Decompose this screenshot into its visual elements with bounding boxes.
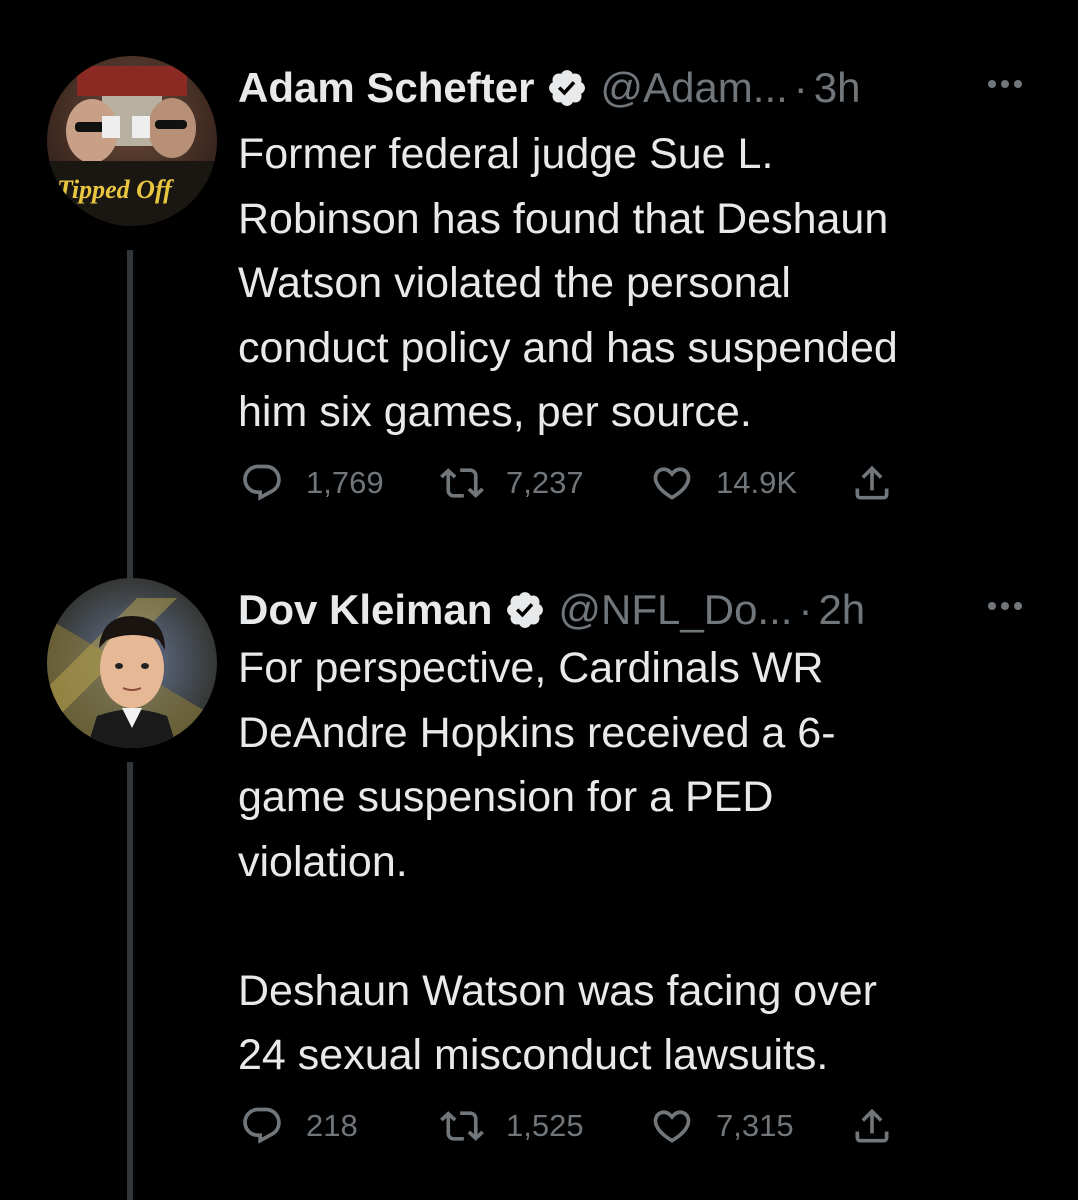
- reply-count: 218: [306, 1108, 358, 1143]
- more-options-icon[interactable]: [988, 602, 1022, 610]
- avatar-image: [47, 578, 217, 748]
- thread-line: [127, 762, 133, 1200]
- heart-icon: [653, 467, 691, 500]
- separator-dot: ·: [793, 64, 808, 111]
- tweet-text: For perspective, Cardinals WR DeAndre Ho…: [238, 644, 877, 1079]
- like-button[interactable]: 14.9K: [650, 458, 797, 508]
- avatar-caption-text: Tipped Off: [57, 175, 174, 204]
- retweet-count: 7,237: [506, 465, 584, 500]
- display-name[interactable]: Adam Schefter: [238, 64, 534, 112]
- like-button[interactable]: 7,315: [650, 1101, 794, 1151]
- handle[interactable]: @Adam...: [600, 64, 787, 112]
- retweet-count: 1,525: [506, 1108, 584, 1143]
- share-icon: [855, 465, 889, 500]
- like-count: 7,315: [716, 1108, 794, 1143]
- tweet-actions: 218 1,525 7,315: [240, 1101, 940, 1151]
- verified-badge-icon: [507, 592, 544, 628]
- reply-icon: [243, 464, 281, 501]
- avatar[interactable]: [47, 578, 217, 748]
- tweet-header: Adam Schefter @Adam... · 3h: [238, 58, 861, 118]
- separator-dot: ·: [798, 586, 813, 633]
- retweet-button[interactable]: 7,237: [440, 458, 584, 508]
- reply-count: 1,769: [306, 465, 384, 500]
- share-button[interactable]: [850, 458, 894, 508]
- tweet-header: Dov Kleiman @NFL_Do... · 2h: [238, 580, 865, 640]
- avatar[interactable]: Tipped Off: [47, 56, 217, 226]
- thread-line: [127, 250, 133, 612]
- reply-icon: [243, 1107, 281, 1144]
- more-options-icon[interactable]: [988, 80, 1022, 88]
- reply-button[interactable]: 1,769: [240, 458, 384, 508]
- verified-badge-icon: [549, 70, 586, 106]
- timestamp[interactable]: 3h: [814, 64, 861, 112]
- timestamp[interactable]: 2h: [818, 586, 865, 634]
- handle[interactable]: @NFL_Do...: [558, 586, 792, 634]
- retweet-button[interactable]: 1,525: [440, 1101, 584, 1151]
- display-name[interactable]: Dov Kleiman: [238, 586, 492, 634]
- like-count: 14.9K: [716, 465, 798, 500]
- share-icon: [855, 1108, 889, 1143]
- retweet-icon: [440, 468, 484, 498]
- heart-icon: [653, 1110, 691, 1143]
- share-button[interactable]: [850, 1101, 894, 1151]
- reply-button[interactable]: 218: [240, 1101, 358, 1151]
- avatar-image: Tipped Off: [47, 56, 217, 226]
- retweet-icon: [440, 1111, 484, 1141]
- tweet-text: Former federal judge Sue L. Robinson has…: [238, 130, 898, 436]
